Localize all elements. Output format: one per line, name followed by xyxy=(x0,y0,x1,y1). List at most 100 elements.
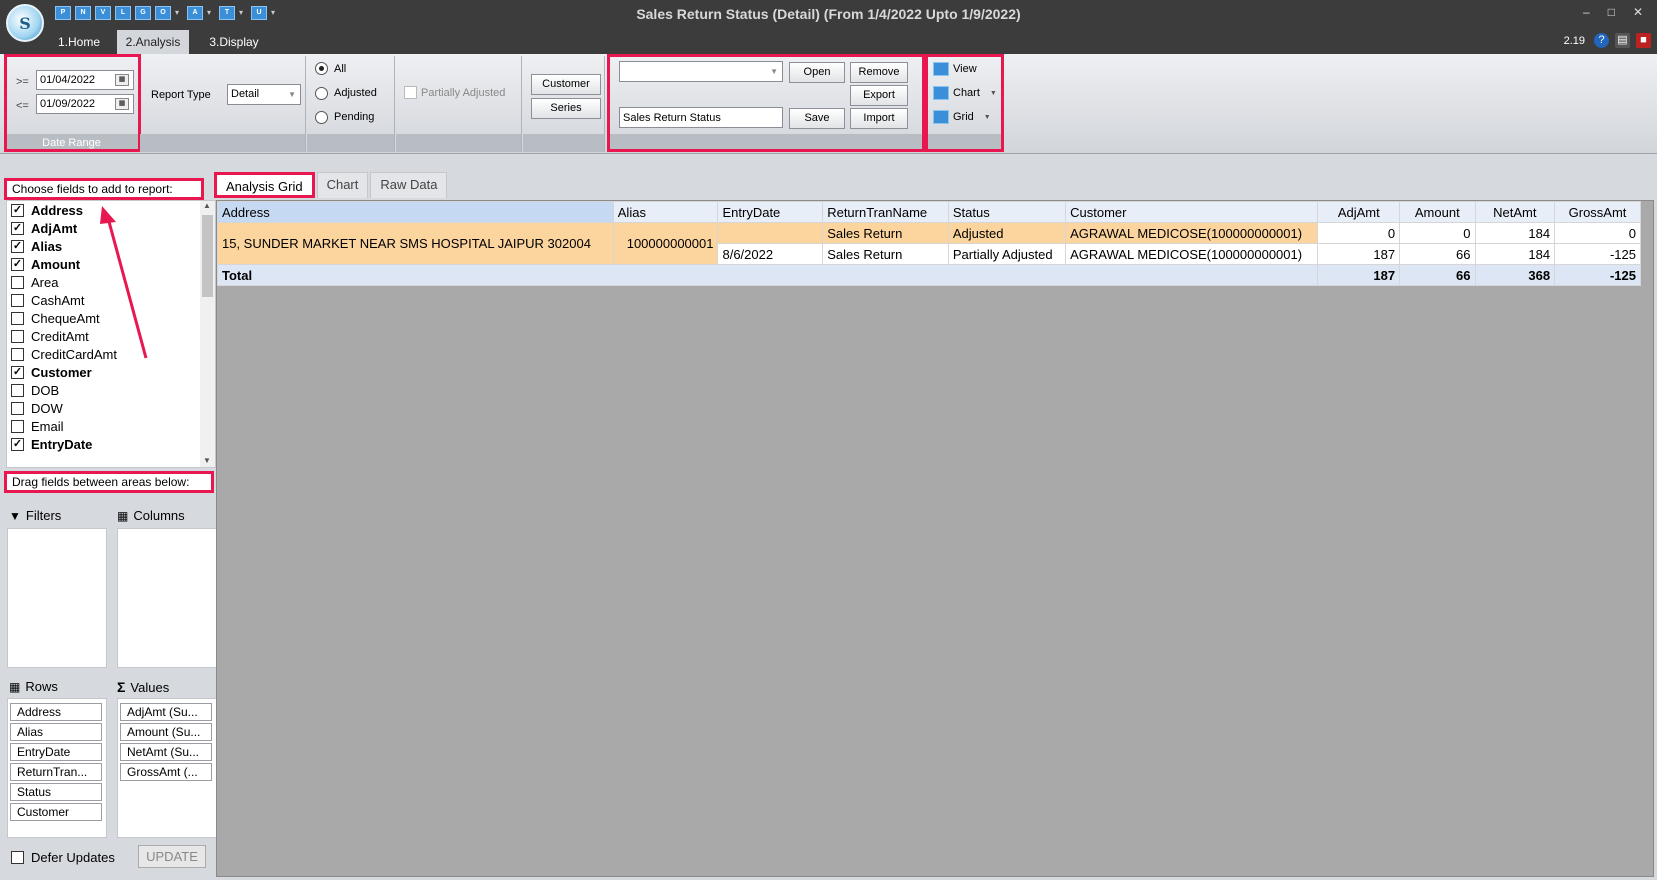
cell-netamt[interactable]: 184 xyxy=(1474,243,1556,265)
field-checkbox[interactable]: ✓ xyxy=(11,239,24,253)
radio-adjusted[interactable] xyxy=(315,87,328,100)
cell-customer[interactable]: AGRAWAL MEDICOSE(100000000001) xyxy=(1065,243,1319,265)
total-row[interactable]: Total 187 66 368 -125 xyxy=(216,264,1641,286)
column-header-adjamt[interactable]: AdjAmt xyxy=(1317,201,1401,223)
cell-status[interactable]: Adjusted xyxy=(947,222,1067,244)
close-icon[interactable]: ✕ xyxy=(1633,5,1643,19)
cell-status[interactable]: Partially Adjusted xyxy=(947,243,1067,265)
columns-area[interactable] xyxy=(117,528,217,668)
total-amount[interactable]: 66 xyxy=(1399,264,1476,286)
tab-analysis-grid[interactable]: Analysis Grid xyxy=(214,172,315,198)
app-logo[interactable]: S xyxy=(6,4,44,42)
field-checkbox[interactable] xyxy=(11,347,24,361)
column-header-customer[interactable]: Customer xyxy=(1065,201,1319,223)
field-checkbox[interactable]: ✓ xyxy=(11,257,24,271)
field-item[interactable]: ✓ AdjAmt xyxy=(11,219,77,237)
cell-grossamt[interactable]: 0 xyxy=(1554,222,1641,244)
field-item[interactable]: CashAmt xyxy=(11,291,84,309)
field-checkbox[interactable]: ✓ xyxy=(11,221,24,235)
series-button[interactable]: Series xyxy=(531,98,601,119)
value-field-chip[interactable]: Amount (Su... xyxy=(120,723,212,741)
radio-all[interactable] xyxy=(315,62,328,75)
field-checkbox[interactable] xyxy=(11,275,24,289)
pdf-icon[interactable]: ■ xyxy=(1636,33,1651,48)
column-header-alias[interactable]: Alias xyxy=(612,201,719,223)
update-button[interactable]: UPDATE xyxy=(138,845,206,868)
column-header-netamt[interactable]: NetAmt xyxy=(1474,201,1556,223)
values-area[interactable]: AdjAmt (Su... Amount (Su... NetAmt (Su... G… xyxy=(117,698,217,838)
cell-customer[interactable]: AGRAWAL MEDICOSE(100000000001) xyxy=(1065,222,1319,244)
minimize-icon[interactable]: – xyxy=(1583,5,1590,19)
defer-updates[interactable]: Defer Updates xyxy=(11,850,115,865)
field-checkbox[interactable] xyxy=(11,293,24,307)
field-item[interactable]: DOW xyxy=(11,399,63,417)
column-header-address[interactable]: Address xyxy=(217,201,614,223)
tab-raw-data[interactable]: Raw Data xyxy=(370,172,448,198)
document-icon[interactable]: ▤ xyxy=(1615,33,1630,48)
column-header-amount[interactable]: Amount xyxy=(1399,201,1476,223)
column-header-entrydate[interactable]: EntryDate xyxy=(717,201,824,223)
cell-adjamt[interactable]: 187 xyxy=(1317,243,1401,265)
field-item[interactable]: Email xyxy=(11,417,64,435)
field-checkbox[interactable] xyxy=(11,419,24,433)
field-item[interactable]: ✓ Customer xyxy=(11,363,92,381)
chevron-down-icon[interactable]: ▼ xyxy=(203,456,211,465)
cell-address[interactable]: 15, SUNDER MARKET NEAR SMS HOSPITAL JAIP… xyxy=(217,222,614,265)
field-item[interactable]: DOB xyxy=(11,381,59,399)
cell-amount[interactable]: 0 xyxy=(1399,222,1476,244)
tab-analysis[interactable]: 2.Analysis xyxy=(117,30,189,54)
field-item[interactable]: ✓ Address xyxy=(11,201,83,219)
field-checkbox[interactable]: ✓ xyxy=(11,365,24,379)
value-field-chip[interactable]: GrossAmt (... xyxy=(120,763,212,781)
cell-adjamt[interactable]: 0 xyxy=(1317,222,1401,244)
field-checkbox[interactable] xyxy=(11,401,24,415)
value-field-chip[interactable]: NetAmt (Su... xyxy=(120,743,212,761)
cell-entrydate[interactable] xyxy=(717,222,824,244)
row-field-chip[interactable]: Address xyxy=(10,703,102,721)
field-list-scrollbar[interactable]: ▲ ▼ xyxy=(200,201,215,467)
column-header-returntranname[interactable]: ReturnTranName xyxy=(822,201,949,223)
report-type-select[interactable]: Detail ▼ xyxy=(227,84,301,105)
cell-alias[interactable]: 100000000001 xyxy=(612,222,719,265)
cell-amount[interactable]: 66 xyxy=(1399,243,1476,265)
field-item[interactable]: ✓ Amount xyxy=(11,255,80,273)
field-item[interactable]: Area xyxy=(11,273,58,291)
cell-returntranname[interactable]: Sales Return xyxy=(822,243,949,265)
partially-adjusted-checkbox[interactable] xyxy=(404,86,417,99)
value-field-chip[interactable]: AdjAmt (Su... xyxy=(120,703,212,721)
field-checkbox[interactable]: ✓ xyxy=(11,437,24,451)
field-checkbox[interactable] xyxy=(11,311,24,325)
maximize-icon[interactable]: □ xyxy=(1608,5,1615,19)
scrollbar-thumb[interactable] xyxy=(202,215,213,297)
column-header-status[interactable]: Status xyxy=(947,201,1067,223)
field-checkbox[interactable]: ✓ xyxy=(11,203,24,217)
defer-updates-checkbox[interactable] xyxy=(11,851,24,864)
field-item[interactable]: ✓ Alias xyxy=(11,237,62,255)
help-icon[interactable]: ? xyxy=(1594,33,1609,48)
field-item[interactable]: ✓ EntryDate xyxy=(11,435,92,453)
tab-display[interactable]: 3.Display xyxy=(199,30,269,54)
filters-area[interactable] xyxy=(7,528,107,668)
customer-button[interactable]: Customer xyxy=(531,74,601,95)
total-grossamt[interactable]: -125 xyxy=(1554,264,1641,286)
row-field-chip[interactable]: Alias xyxy=(10,723,102,741)
cell-netamt[interactable]: 184 xyxy=(1474,222,1556,244)
cell-returntranname[interactable]: Sales Return xyxy=(822,222,949,244)
tab-home[interactable]: 1.Home xyxy=(48,30,110,54)
row-field-chip[interactable]: Customer xyxy=(10,803,102,821)
rows-area[interactable]: Address Alias EntryDate ReturnTran... Status… xyxy=(7,698,107,838)
field-checkbox[interactable] xyxy=(11,383,24,397)
field-checkbox[interactable] xyxy=(11,329,24,343)
table-row[interactable]: 15, SUNDER MARKET NEAR SMS HOSPITAL JAIP… xyxy=(217,222,1641,265)
row-field-chip[interactable]: EntryDate xyxy=(10,743,102,761)
total-adjamt[interactable]: 187 xyxy=(1317,264,1401,286)
row-field-chip[interactable]: ReturnTran... xyxy=(10,763,102,781)
total-netamt[interactable]: 368 xyxy=(1474,264,1556,286)
column-header-grossamt[interactable]: GrossAmt xyxy=(1554,201,1641,223)
cell-grossamt[interactable]: -125 xyxy=(1554,243,1641,265)
field-item[interactable]: ChequeAmt xyxy=(11,309,100,327)
radio-pending[interactable] xyxy=(315,111,328,124)
field-item[interactable]: CreditAmt xyxy=(11,327,89,345)
row-field-chip[interactable]: Status xyxy=(10,783,102,801)
cell-entrydate[interactable]: 8/6/2022 xyxy=(717,243,824,265)
